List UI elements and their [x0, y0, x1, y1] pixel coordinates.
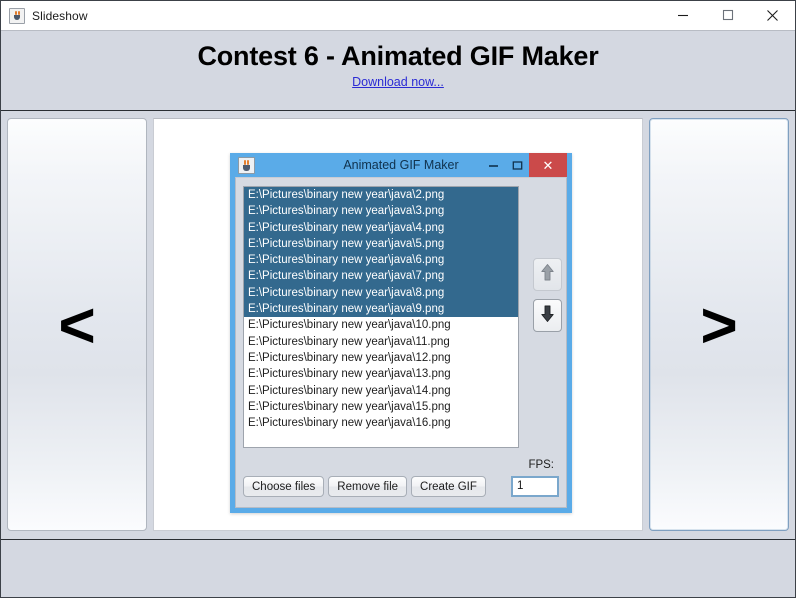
arrow-up-icon [540, 263, 555, 287]
file-list-item[interactable]: E:\Pictures\binary new year\java\10.png [244, 317, 518, 333]
action-button-row: Choose files Remove file Create GIF 1 [243, 476, 559, 497]
close-icon[interactable] [750, 1, 795, 29]
move-down-button[interactable] [532, 299, 562, 332]
file-list-item[interactable]: E:\Pictures\binary new year\java\2.png [244, 187, 518, 204]
animated-gif-maker-window: Animated GIF Maker ✕ E:\Pictures\binary … [230, 153, 572, 513]
fps-label: FPS: [528, 459, 554, 471]
chevron-left-icon: < [58, 288, 96, 361]
slideshow-window: Slideshow Contest 6 - Animated GIF Maker… [0, 0, 796, 598]
file-list-item[interactable]: E:\Pictures\binary new year\java\16.png [244, 415, 518, 431]
java-cup-icon [9, 7, 25, 24]
file-list-item[interactable]: E:\Pictures\binary new year\java\11.png [244, 334, 518, 350]
maximize-icon[interactable] [705, 1, 750, 29]
header-band: Contest 6 - Animated GIF Maker Download … [1, 31, 795, 111]
file-list-item[interactable]: E:\Pictures\binary new year\java\15.png [244, 399, 518, 415]
file-list-item[interactable]: E:\Pictures\binary new year\java\3.png [244, 203, 518, 220]
file-list-item[interactable]: E:\Pictures\binary new year\java\4.png [244, 219, 518, 236]
remove-file-button[interactable]: Remove file [328, 476, 408, 497]
slide-area: < Animated GIF Maker ✕ E:\Pictures\binar… [1, 111, 795, 539]
minimize-icon[interactable] [481, 153, 505, 177]
slide-stage: Animated GIF Maker ✕ E:\Pictures\binary … [153, 118, 643, 531]
page-title: Contest 6 - Animated GIF Maker [197, 41, 599, 71]
file-list-item[interactable]: E:\Pictures\binary new year\java\5.png [244, 235, 518, 253]
file-list-item[interactable]: E:\Pictures\binary new year\java\9.png [244, 301, 518, 318]
inner-window-controls: ✕ [481, 153, 567, 177]
java-cup-icon [238, 156, 255, 174]
file-list-item[interactable]: E:\Pictures\binary new year\java\13.png [244, 366, 518, 382]
fps-input[interactable]: 1 [511, 476, 559, 497]
download-link[interactable]: Download now... [352, 75, 444, 89]
choose-files-button[interactable]: Choose files [243, 476, 325, 497]
create-gif-button[interactable]: Create GIF [411, 476, 486, 497]
reorder-controls [519, 186, 575, 332]
file-list[interactable]: E:\Pictures\binary new year\java\2.png E:… [243, 186, 519, 448]
file-list-item[interactable]: E:\Pictures\binary new year\java\8.png [244, 284, 518, 302]
chevron-right-icon: > [700, 288, 738, 361]
move-up-button[interactable] [532, 258, 562, 291]
file-list-item[interactable]: E:\Pictures\binary new year\java\14.png [244, 383, 518, 399]
inner-window-content: E:\Pictures\binary new year\java\2.png E:… [235, 177, 567, 508]
inner-window-titlebar: Animated GIF Maker ✕ [235, 153, 567, 177]
file-list-row: E:\Pictures\binary new year\java\2.png E:… [243, 186, 562, 448]
close-icon[interactable]: ✕ [529, 153, 567, 177]
arrow-down-icon [540, 304, 555, 328]
previous-slide-button[interactable]: < [7, 118, 147, 531]
file-list-item[interactable]: E:\Pictures\binary new year\java\6.png [244, 252, 518, 269]
window-titlebar: Slideshow [1, 1, 795, 31]
minimize-icon[interactable] [660, 1, 705, 29]
next-slide-button[interactable]: > [649, 118, 789, 531]
maximize-icon[interactable] [505, 153, 529, 177]
window-title: Slideshow [32, 8, 88, 23]
file-list-item[interactable]: E:\Pictures\binary new year\java\12.png [244, 350, 518, 366]
window-controls [660, 1, 795, 29]
footer-band [1, 539, 795, 597]
file-list-item[interactable]: E:\Pictures\binary new year\java\7.png [244, 268, 518, 285]
